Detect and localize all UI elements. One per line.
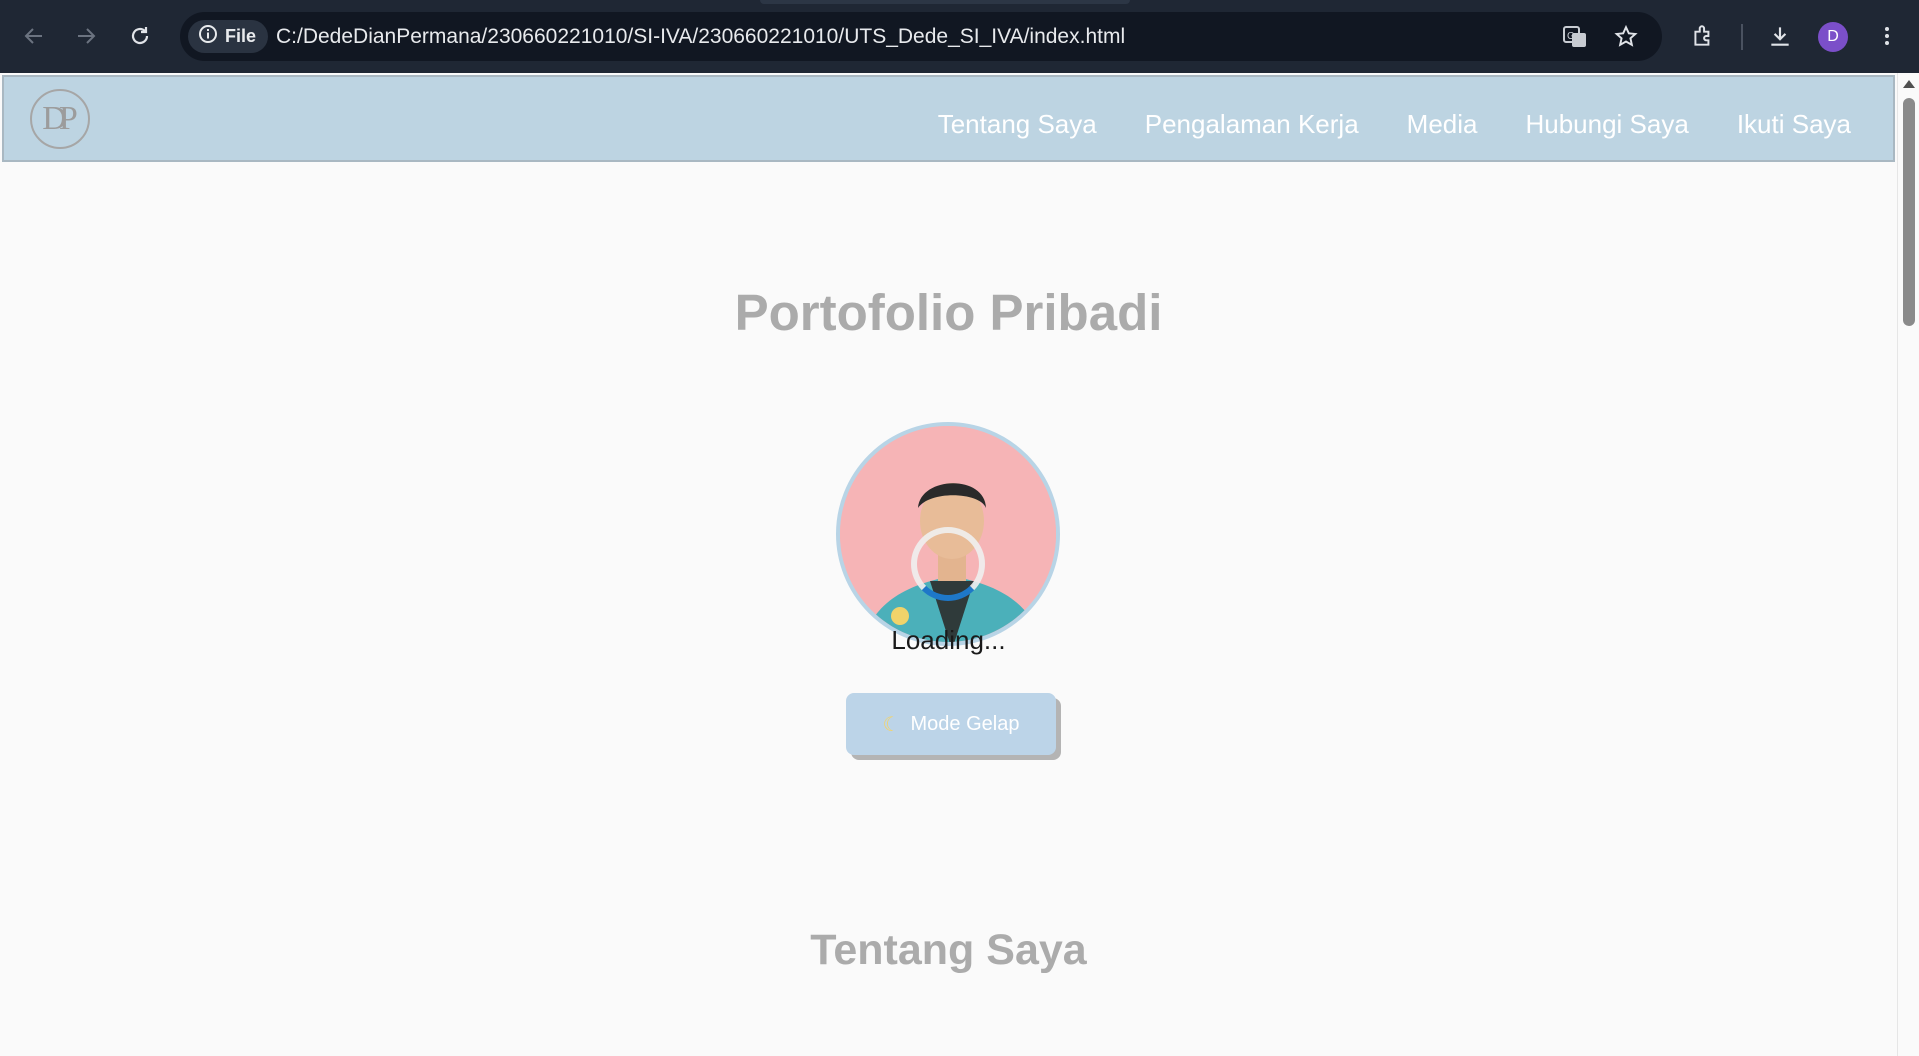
url-text: C:/DedeDianPermana/230660221010/SI-IVA/2… bbox=[276, 25, 1126, 48]
logo-monogram: DP bbox=[42, 100, 78, 137]
extensions-icon[interactable] bbox=[1685, 18, 1721, 54]
menu-icon[interactable] bbox=[1869, 18, 1905, 54]
svg-text:G: G bbox=[1567, 31, 1575, 42]
loading-spinner bbox=[911, 527, 985, 601]
site-logo[interactable]: DP bbox=[30, 89, 90, 149]
nav-link-tentang-saya[interactable]: Tentang Saya bbox=[938, 101, 1097, 140]
page-viewport: DP Tentang Saya Pengalaman Kerja Media H… bbox=[0, 73, 1897, 1056]
star-icon[interactable] bbox=[1611, 22, 1641, 52]
info-icon bbox=[198, 24, 218, 49]
translate-icon[interactable]: G bbox=[1560, 22, 1590, 52]
page-title: Portofolio Pribadi bbox=[734, 284, 1163, 341]
scroll-up-arrow-icon[interactable] bbox=[1903, 80, 1915, 88]
scrollbar-thumb[interactable] bbox=[1903, 98, 1915, 326]
about-section-title: Tentang Saya bbox=[810, 926, 1087, 974]
nav-link-pengalaman-kerja[interactable]: Pengalaman Kerja bbox=[1145, 101, 1359, 140]
site-chip-label: File bbox=[225, 26, 257, 46]
back-icon[interactable] bbox=[16, 18, 52, 54]
nav-link-ikuti-saya[interactable]: Ikuti Saya bbox=[1737, 101, 1851, 140]
toolbar-divider bbox=[1741, 24, 1743, 50]
active-tab-edge bbox=[760, 0, 1130, 4]
nav-links: Tentang Saya Pengalaman Kerja Media Hubu… bbox=[938, 77, 1851, 164]
address-bar[interactable]: File C:/DedeDianPermana/230660221010/SI-… bbox=[180, 12, 1662, 61]
browser-toolbar: File C:/DedeDianPermana/230660221010/SI-… bbox=[0, 0, 1919, 73]
dark-mode-button-label: Mode Gelap bbox=[910, 712, 1020, 735]
site-navbar: DP Tentang Saya Pengalaman Kerja Media H… bbox=[2, 75, 1895, 162]
forward-icon[interactable] bbox=[68, 18, 104, 54]
dark-mode-toggle-button[interactable]: ☾ Mode Gelap bbox=[846, 693, 1056, 755]
reload-icon[interactable] bbox=[122, 18, 158, 54]
profile-avatar[interactable]: D bbox=[1818, 22, 1848, 52]
nav-link-hubungi-saya[interactable]: Hubungi Saya bbox=[1525, 101, 1688, 140]
moon-icon: ☾ bbox=[882, 713, 901, 736]
nav-link-media[interactable]: Media bbox=[1407, 101, 1478, 140]
site-info-chip[interactable]: File bbox=[188, 20, 269, 53]
page-scrollbar[interactable] bbox=[1897, 73, 1919, 1056]
loading-text: Loading... bbox=[891, 625, 1006, 655]
download-icon[interactable] bbox=[1762, 18, 1798, 54]
